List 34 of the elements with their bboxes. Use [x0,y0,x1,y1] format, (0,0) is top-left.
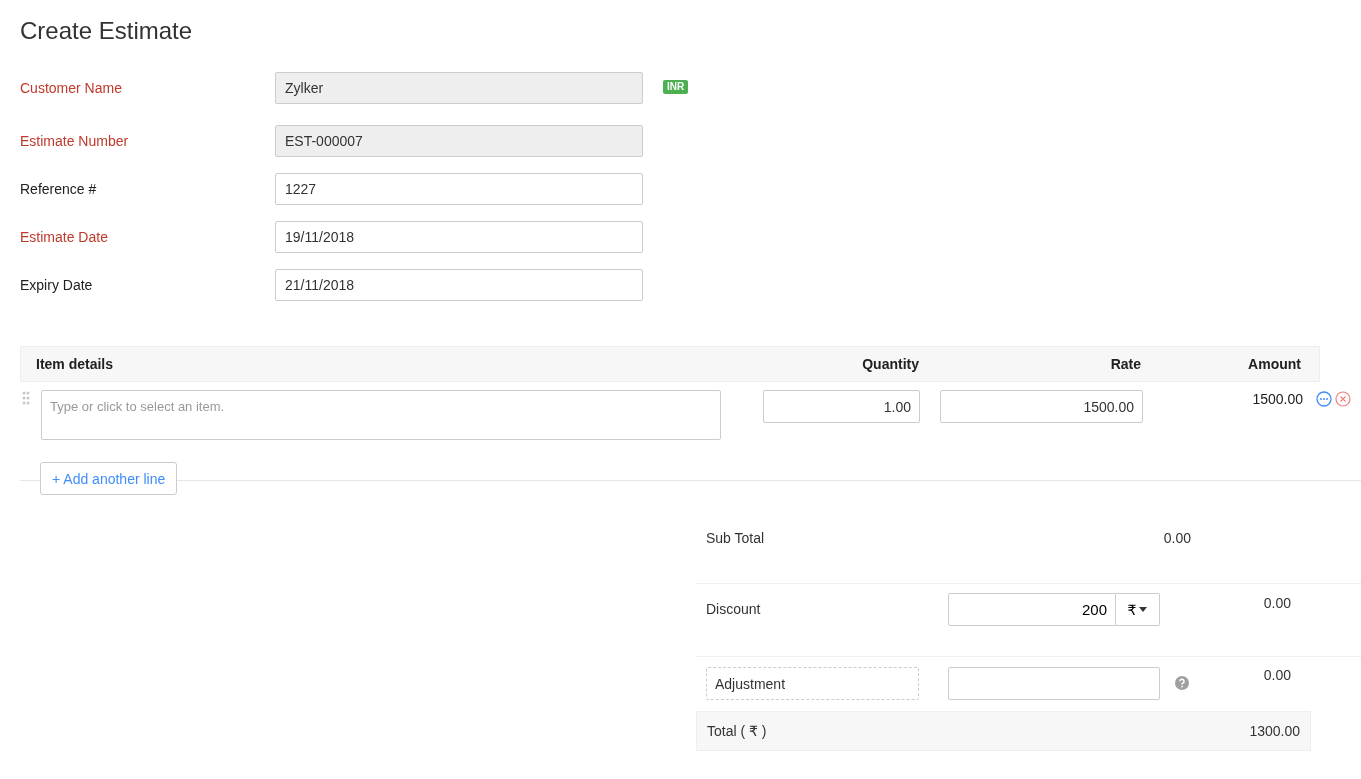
currency-dropdown[interactable]: ₹ [1116,593,1160,626]
amount-text: 1500.00 [1251,390,1303,407]
help-icon[interactable] [1175,676,1189,690]
more-options-icon[interactable] [1316,391,1332,407]
field-label: Estimate Date [20,229,109,245]
subtotal-value: 0.00 [1162,530,1191,546]
text-field[interactable]: 1227 [275,173,643,205]
item-field[interactable]: Type or click to select an item. [41,390,721,440]
column-header: Amount [1247,356,1301,372]
discount-field[interactable]: 200 [948,593,1116,626]
field-label: Customer Name [20,80,123,96]
remove-icon[interactable] [1335,391,1351,407]
currency-badge: INR [663,80,689,94]
text-field[interactable]: 19/11/2018 [275,221,643,253]
subtotal-label: Sub Total [705,530,765,546]
total-value: 1300.00 [1249,723,1300,739]
total-label: Total ( ₹ ) [707,723,767,739]
field-label: Reference # [20,181,98,197]
adjustment-field[interactable] [948,667,1160,700]
drag-handle-icon[interactable] [22,391,30,405]
field-label: Expiry Date [20,277,94,293]
column-header: Item details [35,356,115,372]
column-header: Rate [1109,356,1141,372]
discount-label: Discount [705,600,762,617]
quantity-field[interactable]: 1.00 [763,390,920,423]
column-header: Quantity [861,356,919,372]
discount-value: 0.00 [1262,594,1291,611]
text-field[interactable]: 21/11/2018 [275,269,643,301]
adjustment-value: 0.00 [1262,667,1291,683]
adjustment-label-field[interactable]: Adjustment [706,667,919,700]
caret-icon[interactable] [1139,607,1148,612]
field-label: Estimate Number [20,133,130,149]
rate-field[interactable]: 1500.00 [940,390,1143,423]
page-title: Create Estimate [20,16,194,46]
